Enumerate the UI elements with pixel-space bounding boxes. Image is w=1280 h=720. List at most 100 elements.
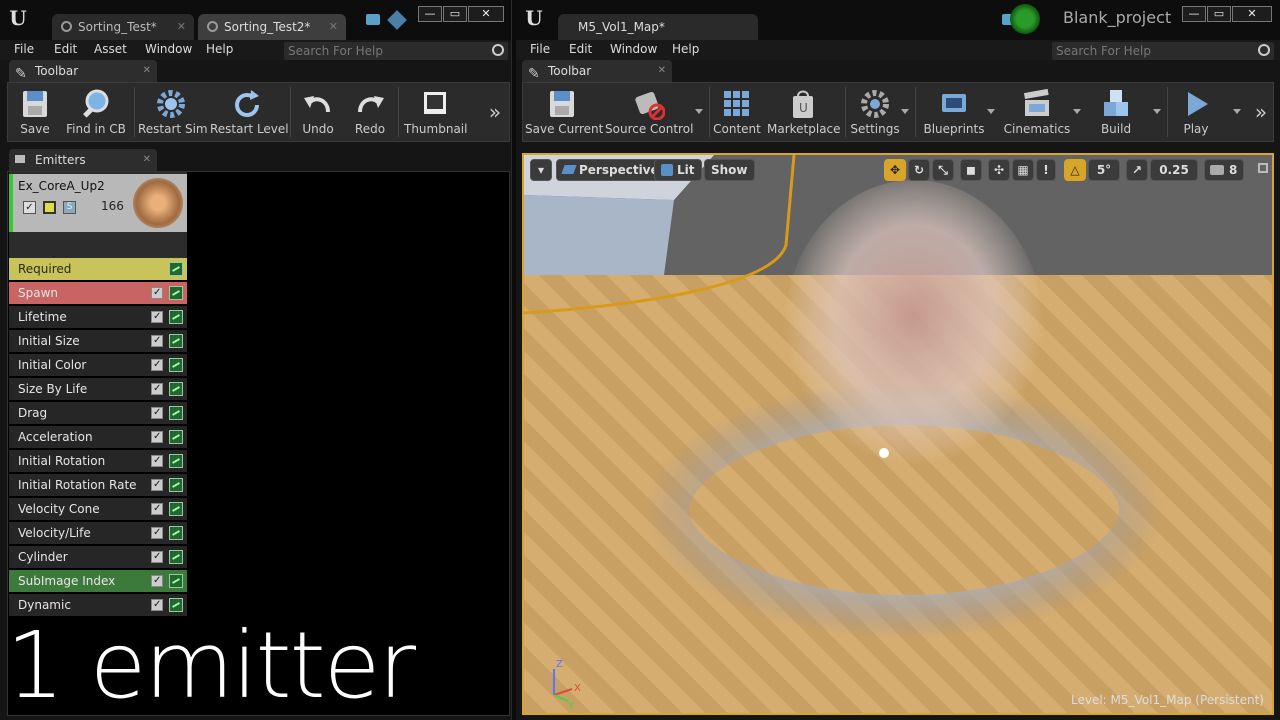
module-initial-rotation-rate[interactable]: Initial Rotation Rate	[9, 474, 187, 496]
find-in-cb-button[interactable]: Find in CB	[64, 83, 128, 141]
module-subimage-index[interactable]: SubImage Index	[9, 570, 187, 592]
undo-button[interactable]: Undo	[296, 83, 340, 141]
thumbnail-button[interactable]: Thumbnail	[404, 83, 467, 141]
grid-snap-button[interactable]: ▦	[1012, 159, 1034, 181]
module-enable-checkbox[interactable]	[151, 594, 163, 616]
curve-editor-icon[interactable]	[169, 262, 183, 276]
maximize-button[interactable]: ▭	[443, 6, 467, 22]
curve-editor-icon[interactable]	[169, 598, 183, 612]
close-button[interactable]: ✕	[1232, 6, 1272, 22]
module-enable-checkbox[interactable]	[151, 426, 163, 448]
module-lifetime[interactable]: Lifetime	[9, 306, 187, 328]
save-button[interactable]: Save	[12, 83, 58, 141]
world-local-button[interactable]: ◼	[960, 159, 982, 181]
close-icon[interactable]: ✕	[658, 60, 666, 82]
grid-size-button[interactable]: !	[1036, 159, 1056, 181]
module-drag[interactable]: Drag	[9, 402, 187, 424]
curve-editor-icon[interactable]	[169, 430, 183, 444]
curve-editor-icon[interactable]	[169, 550, 183, 564]
emitter-card[interactable]: Ex_CoreA_Up2 ✓ S 166	[9, 174, 187, 232]
lit-button[interactable]: Lit	[654, 159, 702, 181]
module-enable-checkbox[interactable]	[151, 474, 163, 496]
module-enable-checkbox[interactable]	[151, 402, 163, 424]
module-velocity-cone[interactable]: Velocity Cone	[9, 498, 187, 520]
help-search-input[interactable]: Search For Help	[1052, 42, 1274, 60]
toolbar-tab[interactable]: ✎ Toolbar ✕	[522, 60, 672, 82]
chat-icon[interactable]	[366, 14, 380, 25]
save-current-button[interactable]: Save Current	[525, 83, 603, 141]
module-initial-rotation[interactable]: Initial Rotation	[9, 450, 187, 472]
curve-editor-icon[interactable]	[169, 334, 183, 348]
solo-button[interactable]: S	[63, 201, 76, 214]
dropdown-arrow-icon[interactable]	[1153, 109, 1161, 114]
module-spawn[interactable]: Spawn	[9, 282, 187, 304]
module-enable-checkbox[interactable]	[151, 570, 163, 592]
minimize-button[interactable]: —	[1182, 6, 1206, 22]
help-search-input[interactable]: Search For Help	[284, 42, 508, 60]
module-size-by-life[interactable]: Size By Life	[9, 378, 187, 400]
source-control-button[interactable]: Source Control	[605, 83, 693, 141]
content-button[interactable]: Content	[713, 83, 761, 141]
menu-help[interactable]: Help	[206, 42, 233, 56]
toolbar-tab[interactable]: ✎ Toolbar ✕	[9, 60, 157, 82]
toolbar-overflow-button[interactable]: »	[484, 83, 506, 141]
curve-editor-icon[interactable]	[169, 310, 183, 324]
camera-speed-button[interactable]: 8	[1204, 159, 1244, 181]
cinematics-button[interactable]: Cinematics	[1001, 83, 1073, 141]
module-enable-checkbox[interactable]	[151, 522, 163, 544]
menu-window[interactable]: Window	[145, 42, 192, 56]
menu-asset[interactable]: Asset	[94, 42, 127, 56]
toolbar-overflow-button[interactable]: »	[1251, 83, 1271, 141]
module-enable-checkbox[interactable]	[151, 378, 163, 400]
blueprints-button[interactable]: Blueprints	[921, 83, 987, 141]
restart-sim-button[interactable]: Restart Sim	[138, 83, 208, 141]
module-acceleration[interactable]: Acceleration	[9, 426, 187, 448]
tab-sorting-test2[interactable]: Sorting_Test2* ✕	[198, 14, 346, 40]
level-viewport[interactable]: Z X Y ▾ Perspective Lit Show ✥ ↻ ⤡ ◼ ✣ ▦…	[522, 153, 1274, 715]
module-enable-checkbox[interactable]	[151, 282, 163, 304]
show-button[interactable]: Show	[704, 159, 755, 181]
enable-checkbox[interactable]: ✓	[23, 201, 36, 214]
curve-editor-icon[interactable]	[169, 502, 183, 516]
maximize-viewport-icon[interactable]	[1258, 163, 1268, 173]
module-enable-checkbox[interactable]	[151, 306, 163, 328]
module-initial-size[interactable]: Initial Size	[9, 330, 187, 352]
curve-editor-icon[interactable]	[169, 358, 183, 372]
marketplace-button[interactable]: U Marketplace	[767, 83, 841, 141]
restart-level-button[interactable]: Restart Level	[210, 83, 289, 141]
angle-snap-value[interactable]: 5°	[1088, 159, 1120, 181]
curve-editor-icon[interactable]	[169, 574, 183, 588]
curve-editor-icon[interactable]	[169, 454, 183, 468]
module-enable-checkbox[interactable]	[151, 498, 163, 520]
close-icon[interactable]: ✕	[177, 14, 186, 40]
source-control-status-icon[interactable]	[1010, 4, 1040, 34]
angle-snap-toggle[interactable]: △	[1064, 159, 1086, 181]
menu-file[interactable]: File	[530, 42, 550, 56]
redo-button[interactable]: Redo	[348, 83, 392, 141]
menu-file[interactable]: File	[14, 42, 34, 56]
curve-editor-icon[interactable]	[169, 406, 183, 420]
menu-edit[interactable]: Edit	[54, 42, 77, 56]
module-enable-checkbox[interactable]	[151, 330, 163, 352]
dropdown-arrow-icon[interactable]	[987, 109, 995, 114]
build-button[interactable]: Build	[1093, 83, 1139, 141]
rotate-tool-button[interactable]: ↻	[908, 159, 930, 181]
dropdown-arrow-icon[interactable]	[901, 109, 909, 114]
module-required[interactable]: Required	[9, 258, 187, 280]
menu-help[interactable]: Help	[672, 42, 699, 56]
module-velocity-life[interactable]: Velocity/Life	[9, 522, 187, 544]
close-button[interactable]: ✕	[468, 6, 504, 22]
dropdown-arrow-icon[interactable]	[1073, 109, 1081, 114]
play-button[interactable]: Play	[1173, 83, 1219, 141]
scale-snap-value[interactable]: 0.25	[1150, 159, 1198, 181]
tab-sorting-test[interactable]: Sorting_Test* ✕	[52, 14, 194, 40]
minimize-button[interactable]: —	[418, 6, 442, 22]
translate-tool-button[interactable]: ✥	[884, 159, 906, 181]
curve-editor-icon[interactable]	[169, 526, 183, 540]
menu-edit[interactable]: Edit	[569, 42, 592, 56]
settings-button[interactable]: Settings	[849, 83, 901, 141]
dropdown-arrow-icon[interactable]	[1233, 109, 1241, 114]
emitters-tab[interactable]: Emitters ✕	[9, 149, 157, 171]
scale-tool-button[interactable]: ⤡	[932, 159, 954, 181]
module-enable-checkbox[interactable]	[151, 450, 163, 472]
